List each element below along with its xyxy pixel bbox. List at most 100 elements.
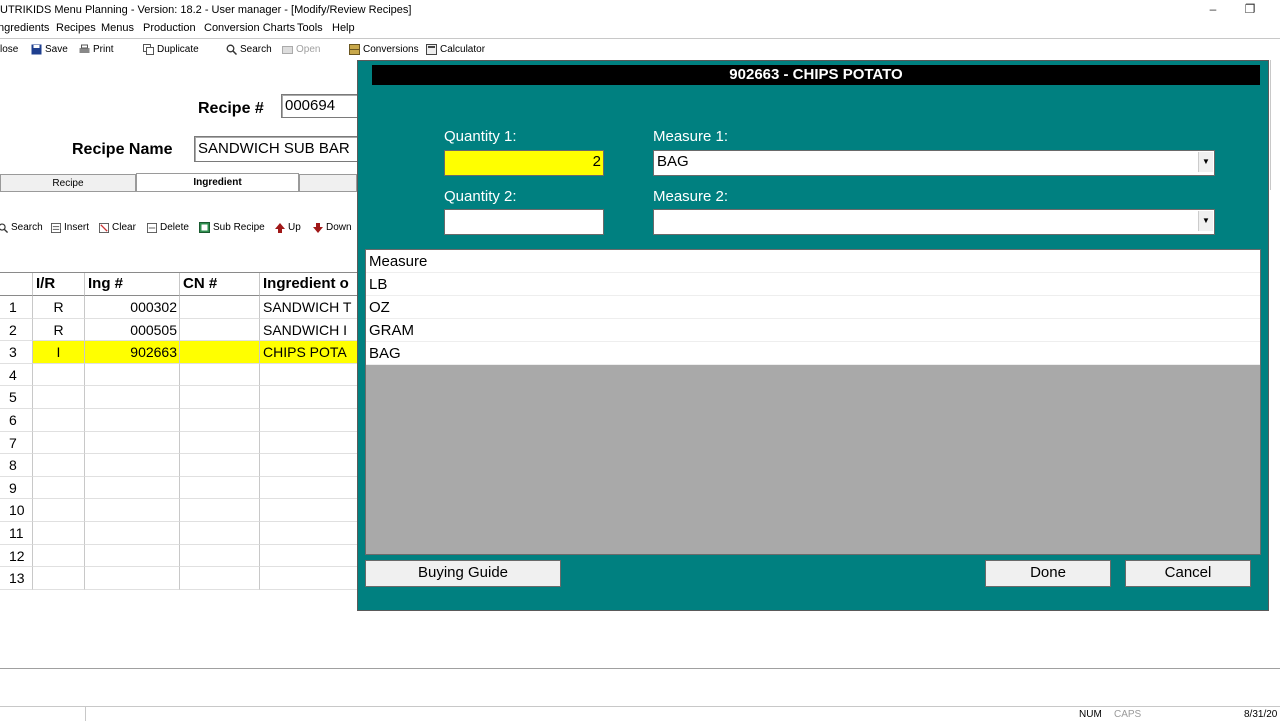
ingredient-search-button[interactable]: Search xyxy=(0,222,43,233)
conversions-button[interactable]: Conversions xyxy=(349,44,419,55)
grid-header[interactable]: CN # xyxy=(180,273,260,296)
grid-row-number[interactable]: 3 xyxy=(0,341,33,364)
grid-cell[interactable] xyxy=(85,431,180,455)
grid-cell[interactable]: 000505 xyxy=(85,318,180,342)
tab-extra[interactable] xyxy=(299,174,357,191)
open-button[interactable]: Open xyxy=(282,44,320,55)
quantity2-input[interactable] xyxy=(444,209,604,235)
grid-header[interactable]: Ing # xyxy=(85,273,180,296)
grid-cell[interactable] xyxy=(260,522,357,545)
grid-cell[interactable] xyxy=(260,454,357,477)
grid-cell[interactable] xyxy=(260,386,357,409)
grid-cell[interactable] xyxy=(33,386,85,409)
measure-item[interactable]: GRAM xyxy=(366,319,1260,342)
grid-cell[interactable] xyxy=(85,454,180,477)
measure-item[interactable]: OZ xyxy=(366,296,1260,319)
search-button[interactable]: Search xyxy=(226,44,272,55)
cancel-button[interactable]: Cancel xyxy=(1125,560,1251,587)
grid-cell[interactable] xyxy=(33,567,85,590)
grid-cell[interactable] xyxy=(33,544,85,568)
grid-cell[interactable] xyxy=(180,386,260,409)
grid-cell[interactable] xyxy=(85,363,180,387)
delete-button[interactable]: Delete xyxy=(147,222,189,233)
insert-button[interactable]: Insert xyxy=(51,222,89,233)
menu-recipes[interactable]: Recipes xyxy=(56,22,96,34)
grid-cell[interactable]: R xyxy=(33,318,85,342)
grid-cell[interactable] xyxy=(85,522,180,545)
chevron-down-icon[interactable]: ▼ xyxy=(1198,152,1213,172)
done-button[interactable]: Done xyxy=(985,560,1111,587)
move-down-button[interactable]: Down xyxy=(313,222,352,233)
grid-row-number[interactable]: 6 xyxy=(0,409,33,432)
grid-cell[interactable] xyxy=(180,454,260,477)
tab-ingredient[interactable]: Ingredient xyxy=(136,173,299,191)
grid-row-number[interactable]: 2 xyxy=(0,318,33,342)
grid-cell[interactable] xyxy=(180,296,260,319)
grid-cell[interactable] xyxy=(33,476,85,500)
grid-header[interactable] xyxy=(0,273,33,296)
chevron-down-icon[interactable]: ▼ xyxy=(1198,211,1213,231)
grid-header[interactable]: I/R xyxy=(33,273,85,296)
grid-cell[interactable] xyxy=(180,476,260,500)
grid-cell[interactable] xyxy=(85,544,180,568)
grid-row-number[interactable]: 12 xyxy=(0,544,33,568)
buying-guide-button[interactable]: Buying Guide xyxy=(365,560,561,587)
grid-row-number[interactable]: 7 xyxy=(0,431,33,455)
grid-row-number[interactable]: 9 xyxy=(0,476,33,500)
grid-cell[interactable] xyxy=(33,409,85,432)
tab-recipe[interactable]: Recipe xyxy=(0,174,136,191)
menu-ingredients[interactable]: ngredients xyxy=(0,22,49,34)
grid-cell[interactable]: R xyxy=(33,296,85,319)
clear-button[interactable]: Clear xyxy=(99,222,136,233)
grid-cell[interactable] xyxy=(85,386,180,409)
grid-cell[interactable] xyxy=(180,318,260,342)
measure2-select[interactable]: ▼ xyxy=(653,209,1215,235)
recipe-number-field[interactable]: 000694 xyxy=(281,94,361,118)
grid-cell[interactable] xyxy=(180,522,260,545)
grid-row-number[interactable]: 10 xyxy=(0,499,33,522)
grid-cell[interactable] xyxy=(260,499,357,522)
menu-menus[interactable]: Menus xyxy=(101,22,134,34)
minimize-button[interactable]: – xyxy=(1202,2,1224,18)
grid-cell[interactable] xyxy=(33,454,85,477)
grid-cell[interactable]: I xyxy=(33,341,85,364)
recipe-name-field[interactable]: SANDWICH SUB BAR xyxy=(194,136,362,162)
menu-tools[interactable]: Tools xyxy=(297,22,323,34)
grid-cell[interactable] xyxy=(85,499,180,522)
grid-cell[interactable] xyxy=(33,431,85,455)
save-button[interactable]: Save xyxy=(31,44,68,55)
grid-cell[interactable] xyxy=(180,499,260,522)
grid-cell[interactable]: 902663 xyxy=(85,341,180,364)
grid-cell[interactable] xyxy=(33,499,85,522)
grid-row-number[interactable]: 5 xyxy=(0,386,33,409)
grid-cell[interactable] xyxy=(180,341,260,364)
grid-cell[interactable] xyxy=(260,476,357,500)
measure-item[interactable]: BAG xyxy=(366,342,1260,365)
restore-button[interactable]: ❐ xyxy=(1239,2,1261,18)
grid-row-number[interactable]: 4 xyxy=(0,363,33,387)
grid-cell[interactable] xyxy=(260,363,357,387)
measure1-select[interactable]: BAG ▼ xyxy=(653,150,1215,176)
grid-cell[interactable] xyxy=(85,567,180,590)
grid-cell[interactable]: SANDWICH T xyxy=(260,296,357,319)
close-button[interactable]: lose xyxy=(0,44,18,55)
menu-production[interactable]: Production xyxy=(143,22,196,34)
move-up-button[interactable]: Up xyxy=(275,222,301,233)
grid-cell[interactable] xyxy=(180,431,260,455)
grid-cell[interactable] xyxy=(85,476,180,500)
grid-cell[interactable] xyxy=(180,544,260,568)
menu-conversion-charts[interactable]: Conversion Charts xyxy=(204,22,295,34)
grid-cell[interactable] xyxy=(33,522,85,545)
menu-help[interactable]: Help xyxy=(332,22,355,34)
sub-recipe-button[interactable]: Sub Recipe xyxy=(199,222,265,233)
duplicate-button[interactable]: Duplicate xyxy=(143,44,199,55)
grid-cell[interactable] xyxy=(260,431,357,455)
grid-row-number[interactable]: 1 xyxy=(0,296,33,319)
grid-cell[interactable] xyxy=(260,409,357,432)
grid-header[interactable]: Ingredient o xyxy=(260,273,357,296)
grid-cell[interactable] xyxy=(180,567,260,590)
grid-cell[interactable] xyxy=(180,409,260,432)
grid-row-number[interactable]: 13 xyxy=(0,567,33,590)
print-button[interactable]: Print xyxy=(79,44,114,55)
grid-cell[interactable]: CHIPS POTA xyxy=(260,341,357,364)
